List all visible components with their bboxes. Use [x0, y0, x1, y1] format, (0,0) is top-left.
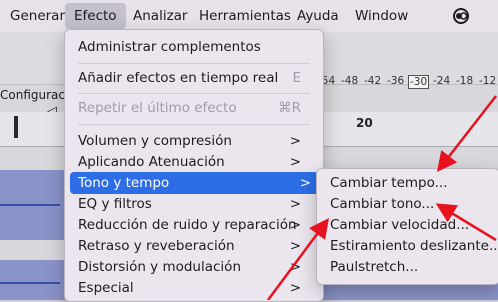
arrow-2 [435, 203, 497, 242]
annotation-arrows [266, 95, 497, 300]
arrow-3 [266, 217, 329, 300]
arrow-1 [436, 95, 497, 172]
